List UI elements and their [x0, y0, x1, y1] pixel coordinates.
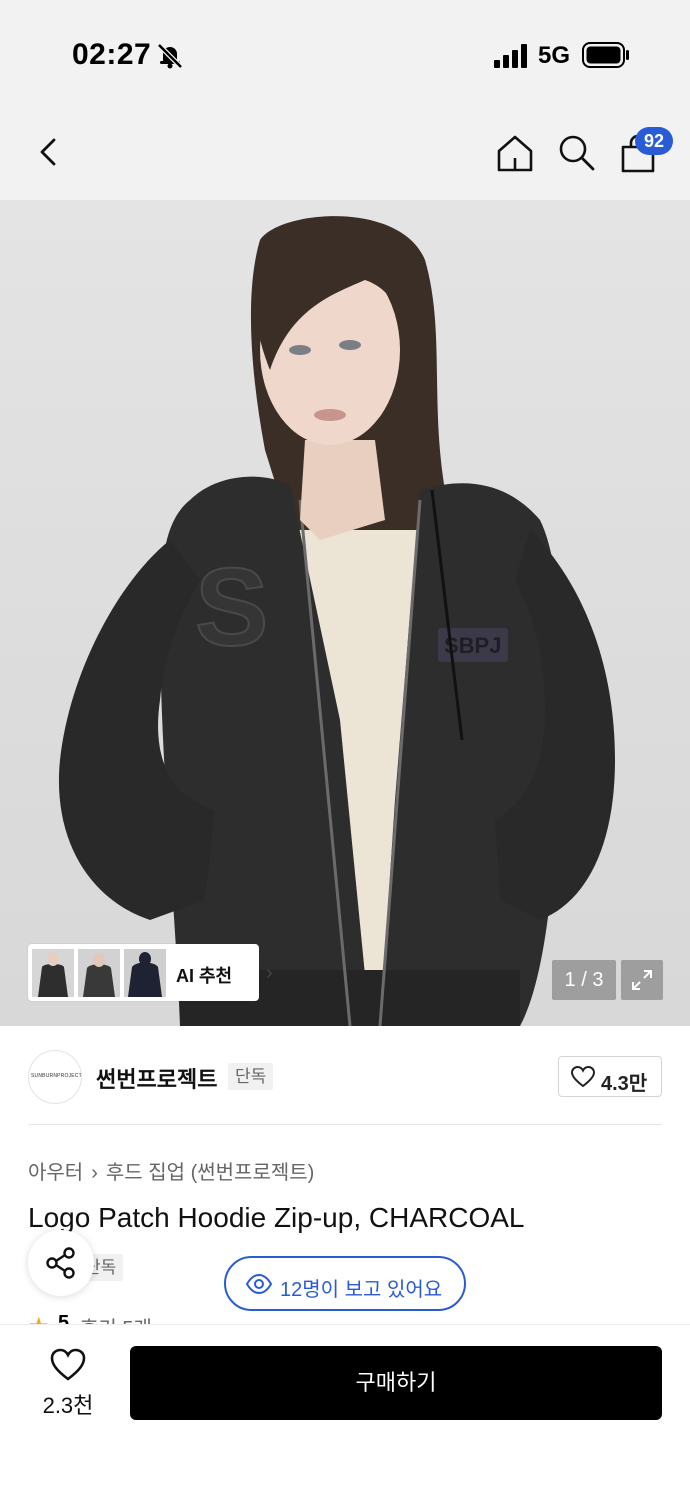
battery-icon [582, 42, 629, 68]
search-icon[interactable] [556, 132, 596, 172]
cart-count-badge: 92 [635, 127, 673, 155]
expand-icon [632, 970, 652, 990]
brand-like-button[interactable]: 4.3만 [558, 1056, 662, 1097]
share-icon [46, 1247, 75, 1279]
image-counter: 1 / 3 [552, 960, 616, 1000]
breadcrumb: 아우터 › 후드 집업 (썬번프로젝트) [28, 1156, 314, 1185]
ai-thumb-2 [78, 949, 120, 997]
ai-recommend-button[interactable]: AI 추천 › [28, 944, 273, 1001]
brand-logo[interactable]: SUNBURNPROJECT [28, 1050, 82, 1104]
breadcrumb-subcategory[interactable]: 후드 집업 (썬번프로젝트) [106, 1162, 314, 1184]
status-time: 02:27 [72, 38, 152, 71]
brand-name[interactable]: 썬번프로젝트 [96, 1062, 217, 1094]
chevron-right-icon: › [266, 962, 273, 984]
brand-like-count: 4.3만 [601, 1073, 648, 1095]
status-bar: 02:27 5G [0, 0, 690, 110]
ai-recommend-label: AI 추천 [176, 966, 233, 986]
back-icon[interactable] [30, 132, 70, 172]
svg-text:S: S [195, 546, 268, 669]
share-button[interactable] [28, 1230, 94, 1296]
signal-icon [494, 44, 527, 68]
eye-icon [246, 1273, 272, 1295]
brand-logo-text: SUNBURNPROJECT [31, 1073, 82, 1079]
viewers-text: 12명이 보고 있어요 [280, 1279, 443, 1301]
model-photo: S SBPJ [58, 216, 615, 1026]
expand-button[interactable] [621, 960, 663, 1000]
divider [28, 1124, 662, 1125]
product-image[interactable]: S SBPJ [0, 200, 690, 1026]
bell-off-icon [157, 43, 183, 69]
breadcrumb-category[interactable]: 아우터 [28, 1162, 83, 1184]
chevron-right-icon: › [91, 1162, 98, 1184]
network-label: 5G [538, 42, 571, 69]
home-icon[interactable] [494, 132, 536, 174]
heart-icon[interactable] [50, 1348, 86, 1382]
wish-count: 2.3천 [42, 1393, 94, 1418]
brand-exclusive-tag: 단독 [228, 1063, 274, 1090]
viewers-badge: 12명이 보고 있어요 [224, 1256, 466, 1311]
product-title: Logo Patch Hoodie Zip-up, CHARCOAL [28, 1202, 525, 1233]
buy-button[interactable]: 구매하기 [130, 1346, 662, 1420]
heart-icon [571, 1066, 595, 1088]
ai-thumb-1 [32, 949, 74, 997]
ai-thumb-3 [124, 949, 166, 997]
nav-bar [0, 110, 690, 200]
